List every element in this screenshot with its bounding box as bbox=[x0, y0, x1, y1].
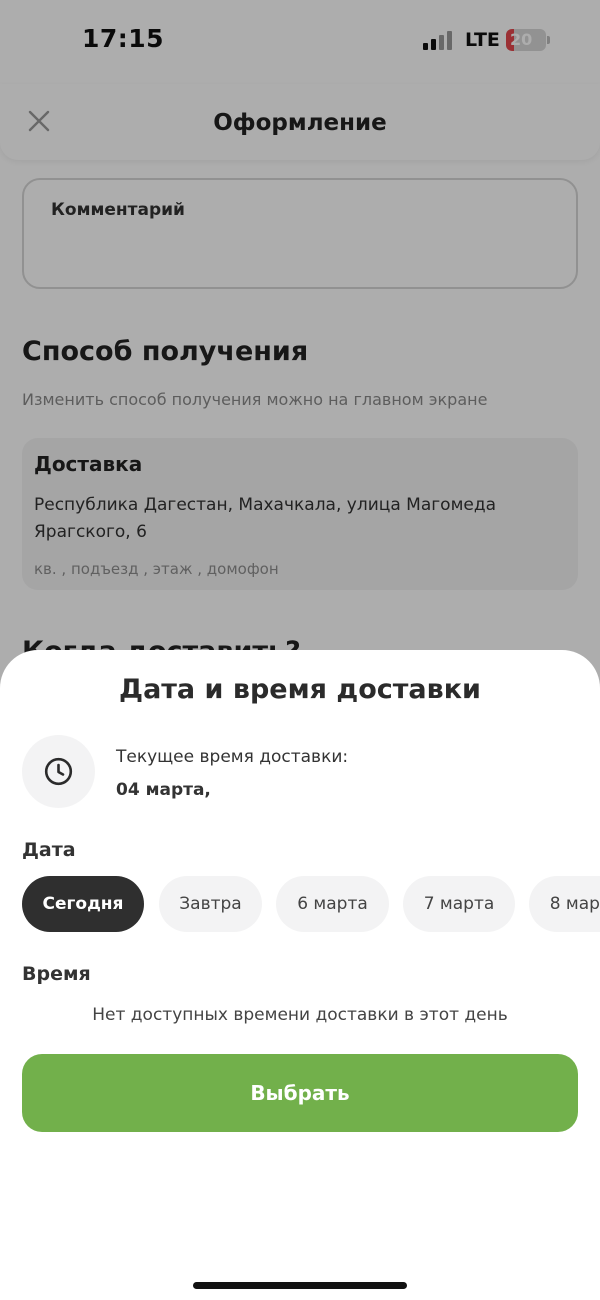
date-label: Дата bbox=[22, 839, 76, 861]
current-time-value: 04 марта, bbox=[116, 780, 211, 800]
clock-badge bbox=[22, 735, 95, 808]
select-button[interactable]: Выбрать bbox=[22, 1054, 578, 1132]
date-chip-7-march[interactable]: 7 марта bbox=[403, 876, 515, 932]
delivery-time-sheet: Дата и время доставки Текущее время дост… bbox=[0, 650, 600, 1300]
no-time-slots-message: Нет доступных времени доставки в этот де… bbox=[92, 1005, 508, 1025]
time-label: Время bbox=[22, 963, 91, 985]
home-indicator bbox=[193, 1282, 407, 1289]
date-chip-today[interactable]: Сегодня bbox=[22, 876, 144, 932]
sheet-title: Дата и время доставки bbox=[119, 674, 481, 705]
date-chip-8-march[interactable]: 8 марта bbox=[529, 876, 600, 932]
date-chip-6-march[interactable]: 6 марта bbox=[276, 876, 389, 932]
date-chip-list: Сегодня Завтра 6 марта 7 марта 8 марта bbox=[22, 876, 600, 932]
clock-icon bbox=[44, 757, 73, 786]
date-chip-tomorrow[interactable]: Завтра bbox=[159, 876, 262, 932]
current-time-label: Текущее время доставки: bbox=[116, 747, 349, 767]
